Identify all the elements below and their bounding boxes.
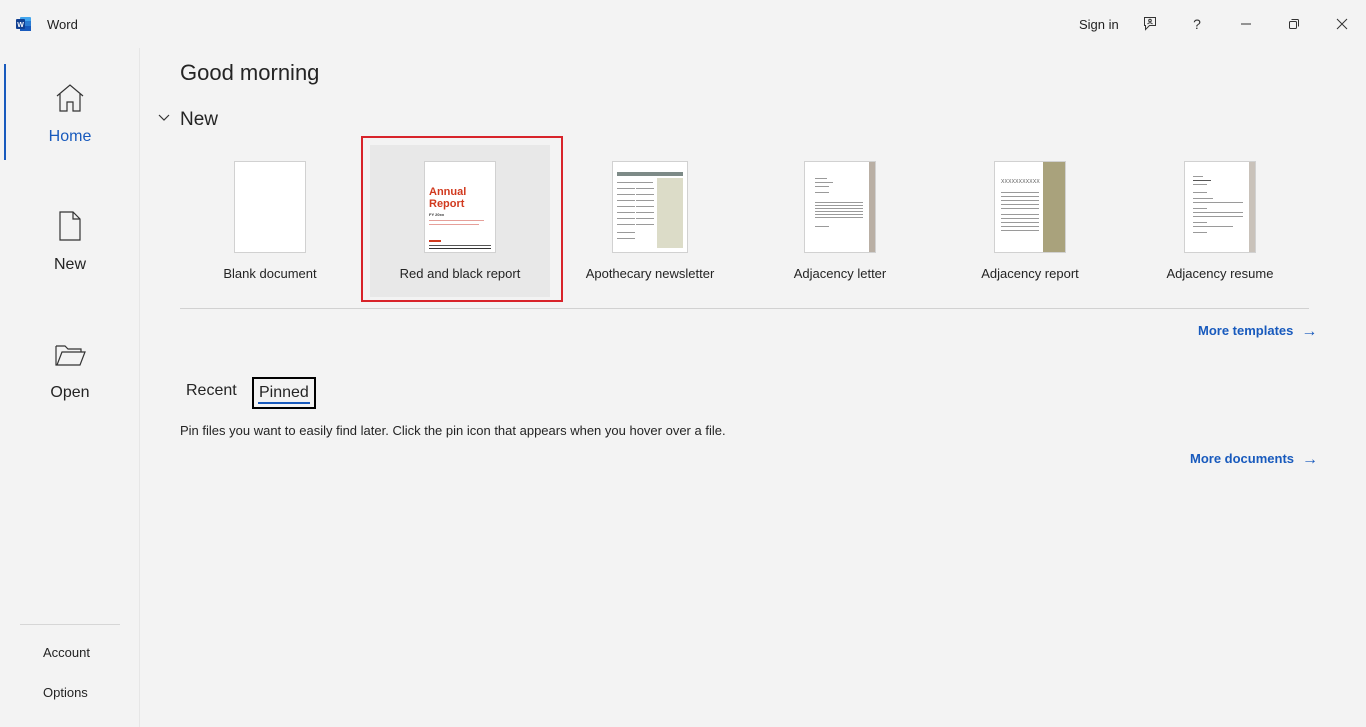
tab-label: Pinned <box>259 384 309 401</box>
thumbnail-title: XXXXXXXXXXX <box>1001 179 1040 185</box>
template-thumbnail: XXXXXXXXXXX <box>994 161 1066 253</box>
arrow-right-icon: → <box>1301 323 1318 340</box>
active-tab-underline <box>258 402 310 404</box>
template-label: Blank document <box>223 266 317 281</box>
greeting-heading: Good morning <box>180 60 320 85</box>
app-title: Word <box>47 17 78 32</box>
template-adjacency-letter[interactable]: Adjacency letter <box>750 145 930 297</box>
template-thumbnail <box>612 161 688 253</box>
template-apothecary-newsletter[interactable]: Apothecary newsletter <box>560 145 740 297</box>
sidebar-item-label: Home <box>48 128 92 145</box>
restore-icon[interactable] <box>1282 12 1306 36</box>
more-documents-link[interactable]: More documents → <box>1190 451 1318 469</box>
selection-highlight <box>361 136 563 302</box>
svg-text:W: W <box>17 22 24 29</box>
sidebar-divider <box>20 624 120 625</box>
sign-in-link[interactable]: Sign in <box>1079 17 1119 32</box>
template-adjacency-resume[interactable]: Adjacency resume <box>1130 145 1310 297</box>
more-templates-label: More templates <box>1198 323 1294 338</box>
arrow-right-icon: → <box>1302 451 1319 468</box>
template-thumbnail <box>1184 161 1256 253</box>
template-label: Apothecary newsletter <box>585 266 715 281</box>
tab-pinned[interactable]: Pinned <box>252 377 316 409</box>
folder-open-icon <box>55 345 86 366</box>
template-adjacency-report[interactable]: XXXXXXXXXXX Adjacency report <box>940 145 1120 297</box>
template-blank-document[interactable]: Blank document <box>180 145 360 297</box>
new-document-icon <box>59 211 81 241</box>
more-templates-link[interactable]: More templates → <box>1198 323 1317 341</box>
more-documents-label: More documents <box>1190 451 1295 466</box>
sidebar-item-new[interactable]: New <box>0 180 140 280</box>
home-pane: Good morning New Blank document Annual R… <box>141 48 1366 727</box>
section-divider <box>180 308 1309 309</box>
sidebar-item-open[interactable]: Open <box>0 308 140 408</box>
help-icon[interactable]: ? <box>1185 12 1209 36</box>
new-section-title: New <box>180 109 219 130</box>
sidebar-item-label: Open <box>50 384 90 401</box>
word-logo-icon: W <box>16 17 31 31</box>
template-thumbnail <box>804 161 876 253</box>
template-thumbnail <box>234 161 306 253</box>
tab-label: Recent <box>186 382 237 399</box>
account-link[interactable]: Account <box>43 645 90 660</box>
template-label: Adjacency resume <box>1166 266 1274 281</box>
close-icon[interactable] <box>1330 12 1354 36</box>
pinned-empty-message: Pin files you want to easily find later.… <box>180 423 726 438</box>
tab-recent[interactable]: Recent <box>181 377 242 409</box>
home-icon <box>56 84 84 112</box>
sidebar: Home New Open Account Options <box>0 48 140 727</box>
minimize-icon[interactable] <box>1234 12 1258 36</box>
options-link[interactable]: Options <box>43 685 88 700</box>
sidebar-item-home[interactable]: Home <box>0 52 140 152</box>
template-label: Adjacency report <box>981 266 1079 281</box>
title-bar: W Word Sign in ? <box>0 0 1366 48</box>
template-label: Adjacency letter <box>793 266 887 281</box>
sidebar-item-label: New <box>53 256 86 273</box>
chevron-down-icon[interactable] <box>156 110 172 126</box>
feedback-icon[interactable] <box>1138 12 1162 36</box>
